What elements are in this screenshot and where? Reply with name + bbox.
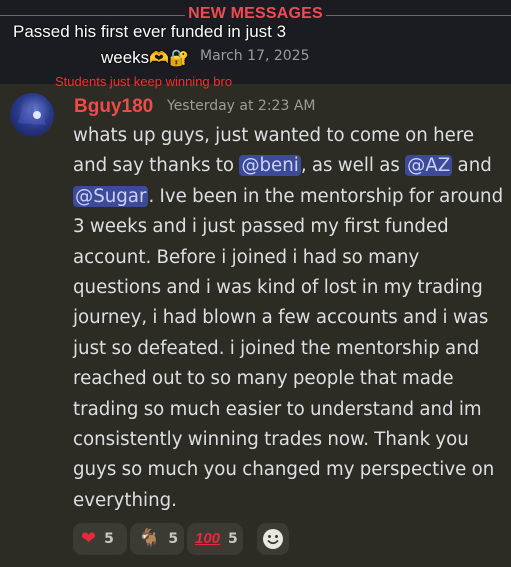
goat-icon: 🐐 [138, 528, 161, 549]
sub-caption: Students just keep winning bro [55, 74, 233, 89]
message-text-4: . Ive been in the mentorship for around … [73, 185, 504, 511]
reaction-goat[interactable]: 🐐 5 [130, 523, 184, 555]
new-messages-divider: NEW MESSAGES [188, 5, 323, 22]
reaction-count: 5 [228, 531, 238, 547]
message-timestamp: Yesterday at 2:23 AM [167, 98, 316, 114]
reaction-heart[interactable]: ❤ 5 [73, 523, 127, 555]
reaction-count: 5 [104, 531, 114, 547]
author-name[interactable]: Bguy180 [74, 96, 153, 118]
mention-sugar[interactable]: @Sugar [73, 185, 149, 207]
heart-hands-lock-icon: 🫶🔐 [149, 48, 190, 67]
message-text-3: and [452, 155, 492, 177]
caption-line-2-text: weeks [101, 48, 150, 67]
avatar-image [18, 99, 46, 125]
add-reaction-button[interactable] [257, 523, 289, 555]
avatar[interactable] [10, 93, 54, 137]
date-stamp: March 17, 2025 [200, 48, 310, 64]
reaction-count: 5 [168, 531, 179, 547]
hundred-points-icon: 100 [195, 530, 221, 547]
mention-beni[interactable]: @beni [239, 155, 301, 177]
heart-icon: ❤ [81, 528, 97, 549]
message-body: whats up guys, just wanted to come on he… [73, 121, 505, 516]
caption-line-2: weeks🫶🔐 [101, 48, 189, 68]
caption-line-1: Passed his first ever funded in just 3 [13, 22, 287, 41]
add-reaction-smiley-icon [263, 529, 283, 549]
message-text-2: , as well as [300, 155, 406, 177]
reaction-hundred[interactable]: 100 5 [187, 523, 243, 555]
mention-az[interactable]: @AZ [405, 155, 453, 177]
